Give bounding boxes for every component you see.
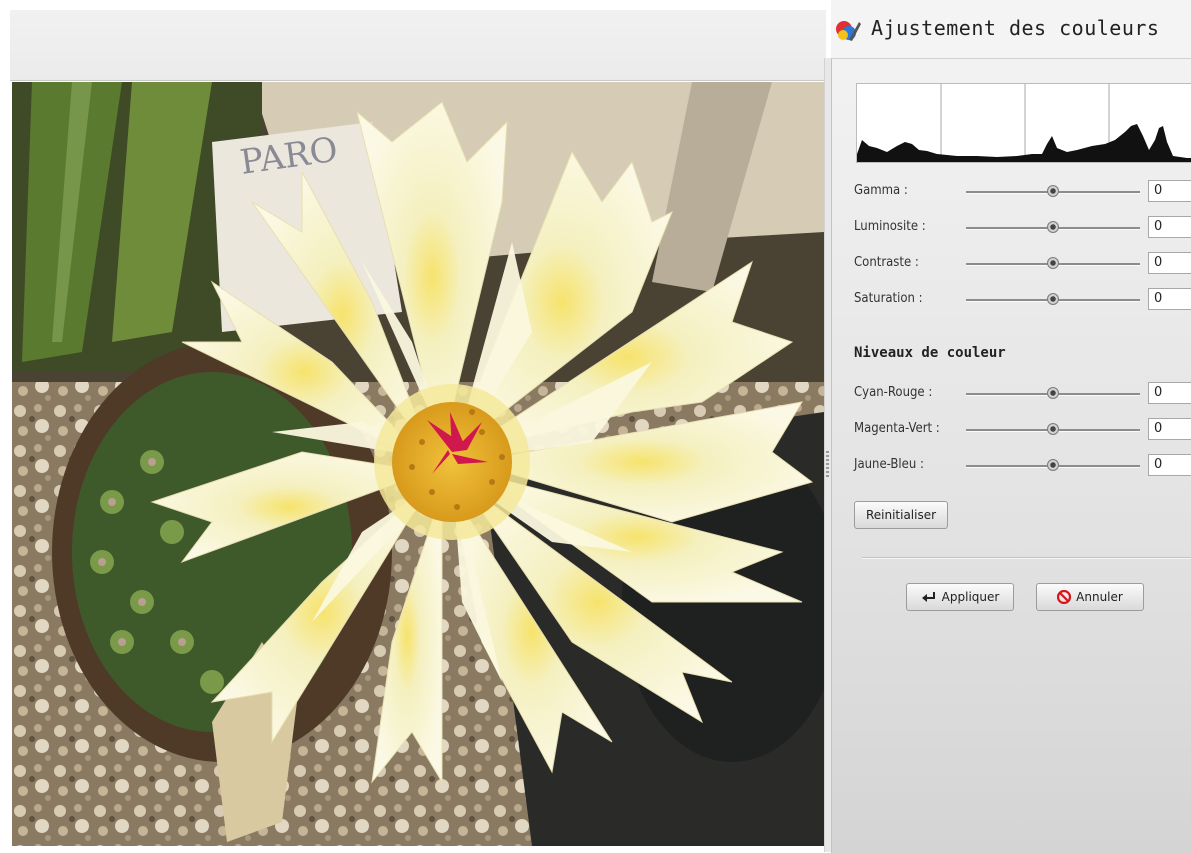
cancel-button[interactable]: Annuler bbox=[1036, 583, 1144, 611]
histogram bbox=[856, 83, 1191, 163]
saturation-slider-handle[interactable] bbox=[1047, 293, 1059, 305]
gamma-slider[interactable] bbox=[966, 179, 1140, 205]
cyan-red-label: Cyan-Rouge : bbox=[854, 385, 933, 400]
magenta-green-slider-handle[interactable] bbox=[1047, 423, 1059, 435]
yellow-blue-value[interactable]: 0 bbox=[1154, 457, 1162, 472]
gamma-slider-handle[interactable] bbox=[1047, 185, 1059, 197]
panel-header: Ajustement des couleurs bbox=[831, 0, 1191, 58]
yellow-blue-spinbox[interactable]: 0 ▲▼ bbox=[1148, 454, 1191, 476]
splitter-grip[interactable] bbox=[826, 451, 829, 479]
luminosity-row: Luminosite : 0 ▲▼ bbox=[854, 215, 1191, 241]
reset-button-label: Reinitialiser bbox=[865, 508, 937, 522]
contrast-label: Contraste : bbox=[854, 255, 919, 270]
reset-button[interactable]: Reinitialiser bbox=[854, 501, 948, 529]
yellow-blue-label: Jaune-Bleu : bbox=[854, 457, 924, 472]
contrast-slider[interactable] bbox=[966, 251, 1140, 277]
luminosity-value[interactable]: 0 bbox=[1154, 219, 1162, 234]
contrast-value[interactable]: 0 bbox=[1154, 255, 1162, 270]
gamma-value[interactable]: 0 bbox=[1154, 183, 1162, 198]
apply-button-label: Appliquer bbox=[941, 590, 1000, 604]
color-adjust-icon bbox=[836, 21, 861, 41]
yellow-blue-slider[interactable] bbox=[966, 453, 1140, 479]
gamma-label: Gamma : bbox=[854, 183, 908, 198]
yellow-blue-slider-handle[interactable] bbox=[1047, 459, 1059, 471]
separator bbox=[862, 557, 1191, 559]
cyan-red-slider-handle[interactable] bbox=[1047, 387, 1059, 399]
magenta-green-value[interactable]: 0 bbox=[1154, 421, 1162, 436]
magenta-green-label: Magenta-Vert : bbox=[854, 421, 940, 436]
flower-photo: PARO bbox=[12, 82, 824, 846]
cyan-red-spinbox[interactable]: 0 ▲▼ bbox=[1148, 382, 1191, 404]
cyan-red-slider[interactable] bbox=[966, 381, 1140, 407]
color-levels-title: Niveaux de couleur bbox=[854, 345, 1006, 361]
luminosity-slider-handle[interactable] bbox=[1047, 221, 1059, 233]
luminosity-spinbox[interactable]: 0 ▲▼ bbox=[1148, 216, 1191, 238]
yellow-blue-row: Jaune-Bleu : 0 ▲▼ bbox=[854, 453, 1191, 479]
luminosity-slider[interactable] bbox=[966, 215, 1140, 241]
photo-canvas[interactable]: PARO bbox=[12, 82, 824, 846]
saturation-value[interactable]: 0 bbox=[1154, 291, 1162, 306]
cyan-red-row: Cyan-Rouge : 0 ▲▼ bbox=[854, 381, 1191, 407]
magenta-green-spinbox[interactable]: 0 ▲▼ bbox=[1148, 418, 1191, 440]
panel-title: Ajustement des couleurs bbox=[871, 16, 1160, 40]
cancel-button-label: Annuler bbox=[1076, 590, 1123, 604]
magenta-green-row: Magenta-Vert : 0 ▲▼ bbox=[854, 417, 1191, 443]
image-toolbar bbox=[10, 10, 826, 81]
gamma-spinbox[interactable]: 0 ▲▼ bbox=[1148, 180, 1191, 202]
gamma-row: Gamma : 0 ▲▼ bbox=[854, 179, 1191, 205]
saturation-slider[interactable] bbox=[966, 287, 1140, 313]
return-arrow-icon bbox=[921, 592, 935, 602]
luminosity-label: Luminosite : bbox=[854, 219, 926, 234]
no-entry-icon bbox=[1057, 590, 1072, 604]
magenta-green-slider[interactable] bbox=[966, 417, 1140, 443]
histogram-graph bbox=[857, 84, 1191, 162]
cyan-red-value[interactable]: 0 bbox=[1154, 385, 1162, 400]
contrast-spinbox[interactable]: 0 ▲▼ bbox=[1148, 252, 1191, 274]
color-adjustment-panel: Gamma : 0 ▲▼ Luminosite : 0 ▲▼ Contraste… bbox=[831, 58, 1191, 853]
saturation-spinbox[interactable]: 0 ▲▼ bbox=[1148, 288, 1191, 310]
saturation-row: Saturation : 0 ▲▼ bbox=[854, 287, 1191, 313]
contrast-slider-handle[interactable] bbox=[1047, 257, 1059, 269]
apply-button[interactable]: Appliquer bbox=[906, 583, 1014, 611]
saturation-label: Saturation : bbox=[854, 291, 923, 306]
contrast-row: Contraste : 0 ▲▼ bbox=[854, 251, 1191, 277]
